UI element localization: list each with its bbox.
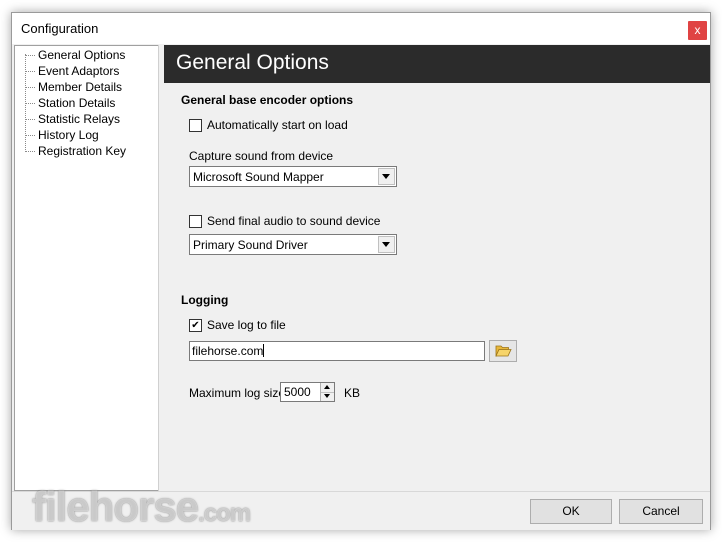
max-log-size-unit: KB (344, 386, 361, 400)
title-bar: Configuration x (12, 13, 710, 44)
log-file-input[interactable]: filehorse.com (189, 341, 485, 361)
tree-item-label: Station Details (38, 96, 116, 110)
checkbox-label: Send final audio to sound device (207, 214, 381, 228)
output-device-select[interactable]: Primary Sound Driver (189, 234, 397, 255)
selected-value: Primary Sound Driver (193, 238, 308, 252)
tree-connector (25, 71, 35, 72)
tree-connector (25, 119, 35, 120)
decrement-icon[interactable] (321, 392, 334, 401)
tree-item-label: Event Adaptors (38, 64, 120, 78)
tree-item-label: General Options (38, 48, 126, 62)
tree-item-label: Member Details (38, 80, 123, 94)
browse-folder-button[interactable] (489, 340, 517, 362)
tree-connector (25, 151, 35, 152)
panel-title: General Options (176, 51, 329, 74)
stepper-buttons (320, 383, 334, 401)
tree-item-member-details[interactable]: Member Details (15, 79, 155, 95)
logging-section-title: Logging (181, 293, 229, 307)
capture-device-label: Capture sound from device (189, 149, 334, 163)
tree-item-general-options[interactable]: General Options (15, 47, 155, 63)
folder-open-icon (495, 345, 512, 357)
checkbox-label: Save log to file (207, 318, 286, 332)
selected-value: Microsoft Sound Mapper (193, 170, 324, 184)
watermark-logo: filehorse.com (32, 483, 251, 531)
window-title: Configuration (21, 21, 99, 36)
ok-button[interactable]: OK (530, 499, 612, 524)
close-button[interactable]: x (688, 21, 707, 40)
tree-item-station-details[interactable]: Station Details (15, 95, 155, 111)
checkbox-box (189, 215, 202, 228)
chevron-down-icon[interactable] (378, 168, 395, 185)
max-log-size-value: 5000 (284, 385, 311, 399)
chevron-down-icon[interactable] (378, 236, 395, 253)
max-log-size-label: Maximum log size (189, 386, 286, 400)
tree-connector (25, 55, 35, 56)
send-final-audio-checkbox[interactable]: Send final audio to sound device (189, 214, 389, 230)
text-caret (263, 344, 265, 357)
options-panel: General Options General base encoder opt… (164, 45, 710, 491)
checkbox-box (189, 119, 202, 132)
tree-item-registration-key[interactable]: Registration Key (15, 143, 155, 159)
tree-connector (25, 103, 35, 104)
tree-connector (25, 87, 35, 88)
log-file-value: filehorse.com (192, 344, 265, 358)
tree-item-statistic-relays[interactable]: Statistic Relays (15, 111, 155, 127)
cancel-button[interactable]: Cancel (619, 499, 703, 524)
tree-item-label: Statistic Relays (38, 112, 121, 126)
watermark-suffix: .com (198, 500, 251, 527)
tree-item-label: Registration Key (38, 144, 127, 158)
tree-connector (25, 135, 35, 136)
tree-item-label: History Log (38, 128, 99, 142)
auto-start-checkbox[interactable]: Automatically start on load (189, 118, 389, 134)
save-log-checkbox[interactable]: ✔ Save log to file (189, 318, 339, 334)
capture-device-select[interactable]: Microsoft Sound Mapper (189, 166, 397, 187)
checkbox-label: Automatically start on load (207, 118, 348, 132)
log-file-text: filehorse.com (192, 344, 264, 358)
encoder-section-title: General base encoder options (181, 93, 354, 107)
panel-header: General Options (164, 45, 710, 83)
max-log-size-stepper[interactable]: 5000 (280, 382, 335, 402)
configuration-window: Configuration x General Options Event Ad… (11, 12, 711, 530)
close-icon: x (694, 23, 701, 37)
check-icon: ✔ (189, 319, 202, 332)
options-tree: General Options Event Adaptors Member De… (14, 45, 159, 491)
tree-item-event-adaptors[interactable]: Event Adaptors (15, 63, 155, 79)
tree-item-history-log[interactable]: History Log (15, 127, 155, 143)
watermark-text: filehorse (32, 483, 199, 530)
